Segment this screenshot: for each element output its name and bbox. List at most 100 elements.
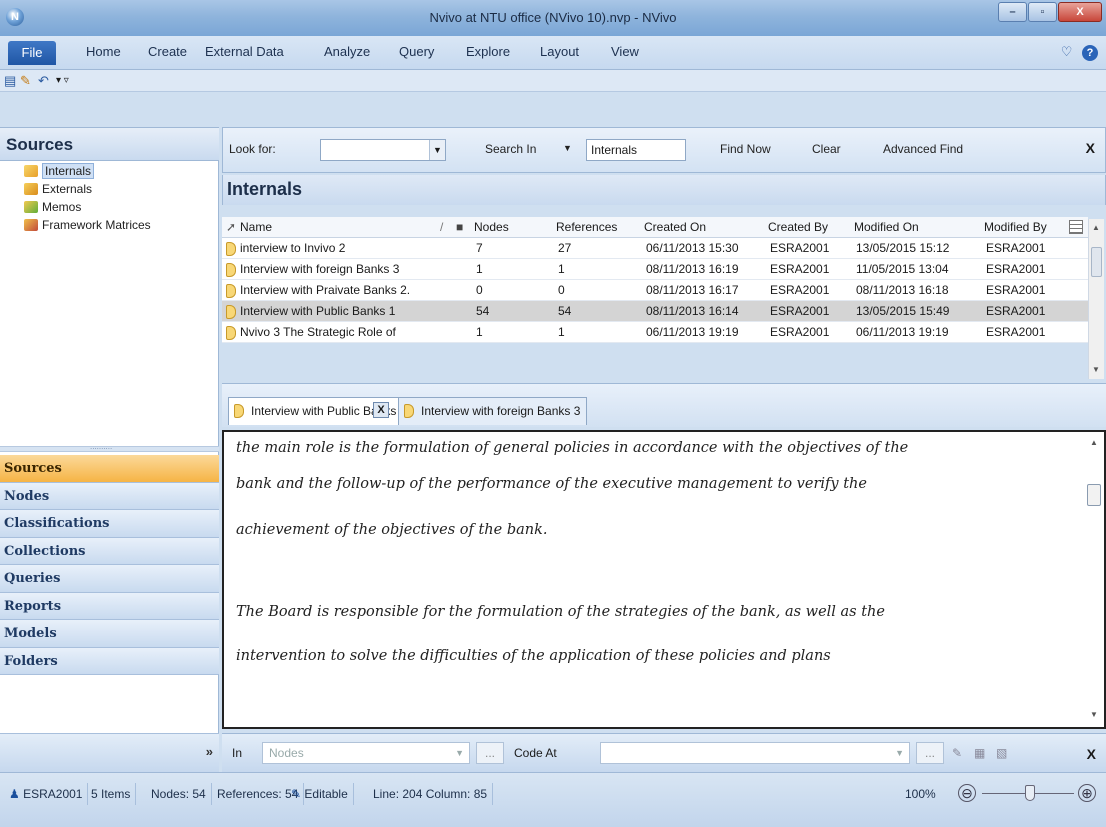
nav-button-collections[interactable]: Collections	[0, 537, 219, 565]
minimize-button[interactable]: –	[998, 2, 1027, 22]
column-modified-on[interactable]: Modified On	[854, 220, 919, 234]
tab-home[interactable]: Home	[86, 44, 121, 59]
code-at-select[interactable]: ▼	[600, 742, 910, 764]
scroll-up-icon[interactable]: ▲	[1092, 223, 1100, 232]
pencil-icon[interactable]: ✎	[20, 73, 31, 89]
column-name[interactable]: Name	[240, 220, 272, 234]
document-icon	[226, 284, 236, 298]
table-row[interactable]: Interview with foreign Banks 3 1 1 08/11…	[222, 259, 1088, 280]
folder-label: Memos	[42, 200, 82, 214]
cell-modified-by: ESRA2001	[986, 262, 1046, 276]
close-coding-bar-button[interactable]: X	[1087, 746, 1096, 762]
zoom-out-icon[interactable]: ⊖	[958, 784, 976, 802]
tab-view[interactable]: View	[611, 44, 639, 59]
look-for-input[interactable]: ▼	[320, 139, 446, 161]
look-for-dropdown-icon[interactable]: ▼	[429, 140, 445, 160]
expand-navigation-icon[interactable]: »	[206, 744, 213, 759]
folder-item-internals[interactable]: Internals	[24, 162, 151, 180]
tab-file[interactable]: File	[8, 41, 56, 65]
document-tab-strip: Interview with Public Banks 1 X Intervie…	[222, 383, 1106, 427]
tab-analyze[interactable]: Analyze	[324, 44, 370, 59]
folder-item-framework-matrices[interactable]: Framework Matrices	[24, 216, 151, 234]
internals-folder-icon	[24, 165, 38, 177]
nav-button-nodes[interactable]: Nodes	[0, 482, 219, 510]
column-chooser-icon[interactable]	[1069, 220, 1083, 234]
memos-folder-icon	[24, 201, 38, 213]
user-icon: ♟	[9, 787, 20, 801]
tab-external-data[interactable]: External Data	[205, 44, 284, 59]
window-controls: – ▫ X	[998, 2, 1102, 22]
nav-button-classifications[interactable]: Classifications	[0, 510, 219, 538]
folder-item-externals[interactable]: Externals	[24, 180, 151, 198]
table-row[interactable]: Interview with Praivate Banks 2. 0 0 08/…	[222, 280, 1088, 301]
table-row[interactable]: interview to Invivo 2 7 27 06/11/2013 15…	[222, 238, 1088, 259]
table-row[interactable]: Nvivo 3 The Strategic Role of 1 1 06/11/…	[222, 322, 1088, 343]
column-created-on[interactable]: Created On	[644, 220, 706, 234]
in-dropdown-icon[interactable]: ▼	[455, 743, 464, 763]
cell-created-on: 08/11/2013 16:17	[646, 283, 739, 297]
nav-button-sources[interactable]: Sources	[0, 455, 219, 483]
nav-button-reports[interactable]: Reports	[0, 592, 219, 620]
column-created-by[interactable]: Created By	[768, 220, 828, 234]
maximize-button[interactable]: ▫	[1028, 2, 1057, 22]
cell-references: 1	[558, 325, 565, 339]
code-at-dropdown-icon[interactable]: ▼	[895, 743, 904, 763]
help-icon[interactable]: ?	[1082, 45, 1098, 61]
folder-item-memos[interactable]: Memos	[24, 198, 151, 216]
cell-created-by: ESRA2001	[770, 325, 830, 339]
uncode-icon[interactable]: ▦	[974, 746, 985, 760]
close-tab-button[interactable]: X	[373, 402, 389, 418]
navigation-pane-splitter[interactable]: ..........	[0, 442, 219, 452]
clear-button[interactable]: Clear	[812, 142, 841, 156]
highlight-icon[interactable]: ▧	[996, 746, 1007, 760]
minimize-ribbon-icon[interactable]: ♡	[1061, 44, 1073, 59]
customize-toolbar-icon[interactable]: ▾ ▿	[56, 75, 69, 86]
column-references[interactable]: References	[556, 220, 617, 234]
scroll-up-icon[interactable]: ▲	[1090, 438, 1098, 447]
nav-button-models[interactable]: Models	[0, 620, 219, 648]
navigation-pane-footer: »	[0, 733, 219, 772]
cell-created-by: ESRA2001	[770, 283, 830, 297]
nav-button-folders[interactable]: Folders	[0, 647, 219, 675]
list-scrollbar[interactable]: ▲ ▼	[1088, 219, 1104, 379]
tab-explore[interactable]: Explore	[466, 44, 510, 59]
close-window-button[interactable]: X	[1058, 2, 1102, 22]
find-now-button[interactable]: Find Now	[720, 142, 771, 156]
search-in-field[interactable]: Internals	[586, 139, 686, 161]
list-view-title: Internals	[227, 179, 303, 199]
cell-name: interview to Invivo 2	[240, 241, 346, 255]
tab-interview-foreign-banks-3[interactable]: Interview with foreign Banks 3	[398, 397, 588, 425]
close-find-bar-button[interactable]: X	[1086, 140, 1095, 156]
code-icon[interactable]: ✎	[952, 746, 962, 760]
status-nodes: Nodes: 54	[146, 783, 212, 805]
document-editor[interactable]: the main role is the formulation of gene…	[222, 430, 1106, 729]
search-in-dropdown-icon[interactable]: ▼	[563, 143, 572, 153]
in-select[interactable]: Nodes ▼	[262, 742, 470, 764]
cell-references: 54	[558, 304, 572, 318]
code-at-browse-button[interactable]: ...	[916, 742, 944, 764]
zoom-slider-thumb[interactable]	[1025, 785, 1035, 801]
nav-button-queries[interactable]: Queries	[0, 565, 219, 593]
tab-layout[interactable]: Layout	[540, 44, 579, 59]
zoom-in-icon[interactable]: ⊕	[1078, 784, 1096, 802]
tab-query[interactable]: Query	[399, 44, 434, 59]
search-in-button[interactable]: Search In	[485, 142, 536, 156]
table-row-selected[interactable]: Interview with Public Banks 1 54 54 08/1…	[222, 301, 1088, 322]
cell-created-on: 08/11/2013 16:19	[646, 262, 739, 276]
document-scrollbar[interactable]: ▲ ▼	[1086, 434, 1102, 724]
document-icon	[226, 263, 236, 277]
cell-created-by: ESRA2001	[770, 241, 830, 255]
cell-created-on: 06/11/2013 19:19	[646, 325, 739, 339]
list-scroll-thumb[interactable]	[1091, 247, 1102, 277]
save-icon[interactable]: ▤	[4, 73, 16, 89]
undo-icon[interactable]: ↶	[38, 73, 49, 89]
scroll-down-icon[interactable]: ▼	[1090, 710, 1098, 719]
column-modified-by[interactable]: Modified By	[984, 220, 1047, 234]
document-scroll-thumb[interactable]	[1087, 484, 1101, 506]
tab-create[interactable]: Create	[148, 44, 187, 59]
column-nodes[interactable]: Nodes	[474, 220, 509, 234]
advanced-find-button[interactable]: Advanced Find	[883, 142, 963, 156]
pin-icon[interactable]: ➚	[226, 220, 236, 234]
in-browse-button[interactable]: ...	[476, 742, 504, 764]
scroll-down-icon[interactable]: ▼	[1092, 365, 1100, 374]
